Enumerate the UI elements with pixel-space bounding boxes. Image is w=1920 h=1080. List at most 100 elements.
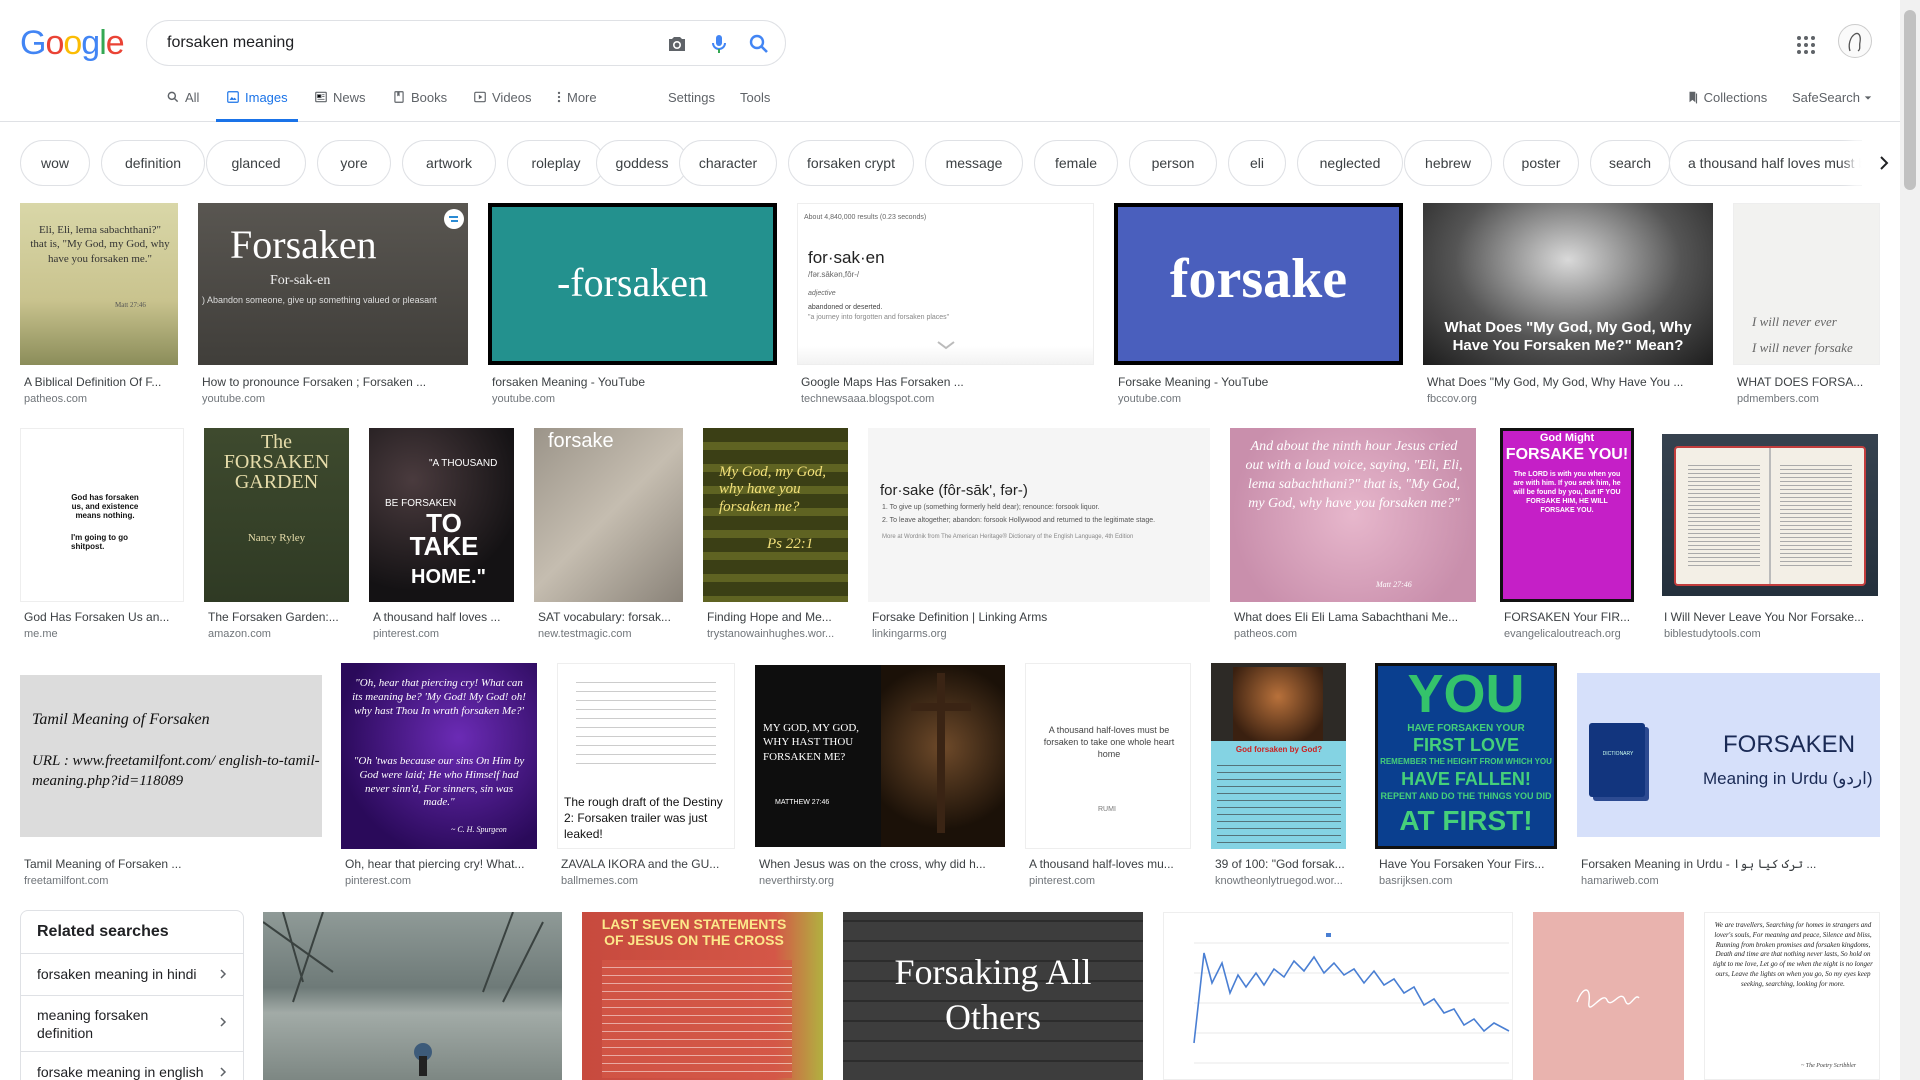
tab-all[interactable]: All [166, 90, 199, 122]
scrollbar-thumb[interactable] [1904, 10, 1916, 190]
image-result[interactable]: forsake SAT vocabulary: forsak... new.te… [534, 428, 683, 643]
chip[interactable]: roleplay [507, 140, 605, 186]
camera-icon[interactable] [665, 32, 689, 56]
result-source[interactable]: freetamilfont.com [24, 875, 108, 887]
result-thumbnail[interactable]: I will never ever I will never forsake [1733, 203, 1880, 365]
image-result[interactable]: The rough draft of the Destiny 2: Forsak… [557, 663, 735, 893]
tab-books[interactable]: Books [392, 90, 447, 122]
page-scrollbar[interactable] [1900, 0, 1920, 1080]
image-result[interactable]: About 4,840,000 results (0.23 seconds) f… [797, 203, 1094, 408]
result-thumbnail[interactable]: forsake [1114, 203, 1403, 365]
image-result[interactable]: MY GOD, MY GOD, WHY HAST THOU FORSAKEN M… [755, 663, 1005, 893]
image-result[interactable]: And about the ninth hour Jesus cried out… [1230, 428, 1476, 643]
result-thumbnail[interactable]: What Does "My God, My God, Why Have You … [1423, 203, 1713, 365]
image-result[interactable]: "A THOUSAND BE FORSAKEN TO TAKE HOME." A… [369, 428, 514, 643]
result-title[interactable]: Google Maps Has Forsaken ... [801, 375, 1091, 389]
result-title[interactable]: WHAT DOES FORSA... [1737, 375, 1877, 389]
chip[interactable]: forsaken crypt [788, 140, 914, 186]
result-source[interactable]: trystanowainhughes.wor... [707, 628, 847, 640]
image-result[interactable] [1163, 912, 1513, 1080]
result-title[interactable]: Forsaken Meaning in Urdu - ترک کیا ہوا .… [1581, 857, 1877, 871]
chip[interactable]: artwork [402, 140, 496, 186]
result-title[interactable]: God Has Forsaken Us an... [24, 610, 182, 624]
image-result[interactable]: I Will Never Leave You Nor Forsake... bi… [1660, 428, 1880, 643]
result-source[interactable]: new.testmagic.com [538, 628, 632, 640]
result-source[interactable]: me.me [24, 628, 58, 640]
result-source[interactable]: fbccov.org [1427, 393, 1477, 405]
related-search-item[interactable]: forsake meaning in english [21, 1051, 243, 1080]
result-thumbnail[interactable] [1660, 428, 1880, 602]
tab-videos[interactable]: Videos [473, 90, 532, 122]
result-title[interactable]: What Does "My God, My God, Why Have You … [1427, 375, 1707, 389]
result-title[interactable]: When Jesus was on the cross, why did h..… [759, 857, 1004, 871]
result-thumbnail[interactable] [1163, 912, 1513, 1080]
account-avatar[interactable] [1838, 24, 1872, 58]
result-thumbnail[interactable]: Eli, Eli, lema sabachthani?" that is, "M… [20, 203, 178, 365]
result-source[interactable]: patheos.com [1234, 628, 1297, 640]
search-box[interactable]: forsaken meaning [146, 20, 786, 66]
result-thumbnail[interactable]: Tamil Meaning of Forsaken URL : www.free… [20, 663, 322, 849]
tab-settings[interactable]: Settings [668, 90, 715, 122]
image-result[interactable]: God has forsaken us, and existence means… [20, 428, 184, 643]
chip[interactable]: definition [101, 140, 205, 186]
image-result[interactable]: Eli, Eli, lema sabachthani?" that is, "M… [20, 203, 178, 408]
image-result[interactable]: We are travellers, Searching for homes i… [1704, 912, 1880, 1080]
result-title[interactable]: I Will Never Leave You Nor Forsake... [1664, 610, 1878, 624]
result-title[interactable]: Forsake Meaning - YouTube [1118, 375, 1398, 389]
search-input[interactable]: forsaken meaning [167, 34, 294, 52]
result-thumbnail[interactable]: YOU HAVE FORSAKEN YOUR FIRST LOVE REMEMB… [1375, 663, 1557, 849]
image-result[interactable]: A thousand half-loves must be forsaken t… [1025, 663, 1191, 893]
result-thumbnail[interactable]: MY GOD, MY GOD, WHY HAST THOU FORSAKEN M… [755, 663, 1005, 849]
result-source[interactable]: technewsaaa.blogspot.com [801, 393, 934, 405]
result-thumbnail[interactable]: -forsaken [488, 203, 777, 365]
image-result[interactable]: Forsaken For-sak-en ) Abandon someone, g… [198, 203, 468, 408]
result-title[interactable]: forsaken Meaning - YouTube [492, 375, 772, 389]
result-source[interactable]: pdmembers.com [1737, 393, 1819, 405]
result-thumbnail[interactable]: My God, my God, why have you forsaken me… [703, 428, 848, 602]
result-title[interactable]: How to pronounce Forsaken ; Forsaken ... [202, 375, 464, 389]
result-thumbnail[interactable]: We are travellers, Searching for homes i… [1704, 912, 1880, 1080]
result-title[interactable]: Finding Hope and Me... [707, 610, 847, 624]
result-thumbnail[interactable]: LAST SEVEN STATEMENTS OF JESUS ON THE CR… [582, 912, 823, 1080]
result-thumbnail[interactable]: DICTIONARY FORSAKEN Meaning in Urdu (ارد… [1577, 663, 1880, 849]
google-logo[interactable]: Google [20, 24, 125, 63]
result-source[interactable]: youtube.com [1118, 393, 1181, 405]
result-title[interactable]: Have You Forsaken Your Firs... [1379, 857, 1555, 871]
image-result[interactable]: -forsaken forsaken Meaning - YouTube you… [488, 203, 777, 408]
image-result[interactable]: God forsaken by God? 39 of 100: "God for… [1211, 663, 1346, 893]
chip[interactable]: message [925, 140, 1023, 186]
chip[interactable]: wow [20, 140, 90, 186]
result-thumbnail[interactable]: And about the ninth hour Jesus cried out… [1230, 428, 1476, 602]
result-title[interactable]: A thousand half loves ... [373, 610, 513, 624]
result-source[interactable]: pinterest.com [373, 628, 439, 640]
chip[interactable]: person [1129, 140, 1217, 186]
result-source[interactable]: amazon.com [208, 628, 271, 640]
result-thumbnail[interactable]: God has forsaken us, and existence means… [20, 428, 184, 602]
chip[interactable]: eli [1228, 140, 1286, 186]
tab-more[interactable]: More [556, 90, 597, 122]
result-source[interactable]: linkingarms.org [872, 628, 947, 640]
safesearch-button[interactable]: SafeSearch [1792, 90, 1872, 105]
apps-grid-icon[interactable] [1794, 33, 1818, 57]
result-thumbnail[interactable]: The FORSAKEN GARDEN Nancy Ryley [204, 428, 349, 602]
result-title[interactable]: A thousand half-loves mu... [1029, 857, 1189, 871]
image-result[interactable]: YOU HAVE FORSAKEN YOUR FIRST LOVE REMEMB… [1375, 663, 1557, 893]
result-title[interactable]: Oh, hear that piercing cry! What... [345, 857, 535, 871]
related-search-item[interactable]: forsaken meaning in hindi [21, 953, 243, 995]
tab-tools[interactable]: Tools [740, 90, 770, 122]
result-thumbnail[interactable]: About 4,840,000 results (0.23 seconds) f… [797, 203, 1094, 365]
result-thumbnail[interactable]: God forsaken by God? [1211, 663, 1346, 849]
image-result[interactable]: What Does "My God, My God, Why Have You … [1423, 203, 1713, 408]
image-result[interactable]: God Might FORSAKE YOU! The LORD is with … [1500, 428, 1634, 643]
result-thumbnail[interactable]: "Oh, hear that piercing cry! What can it… [341, 663, 537, 849]
result-source[interactable]: evangelicaloutreach.org [1504, 628, 1621, 640]
image-result[interactable] [1533, 912, 1684, 1080]
result-source[interactable]: youtube.com [492, 393, 555, 405]
search-icon[interactable] [747, 32, 771, 56]
tab-images[interactable]: Images [216, 90, 298, 122]
chip[interactable]: female [1034, 140, 1118, 186]
chip[interactable]: glanced [206, 140, 306, 186]
result-title[interactable]: ZAVALA IKORA and the GU... [561, 857, 733, 871]
result-thumbnail[interactable]: for·sake (fôr-sāk', fər-) 1. To give up … [868, 428, 1210, 602]
image-result[interactable] [263, 912, 562, 1080]
